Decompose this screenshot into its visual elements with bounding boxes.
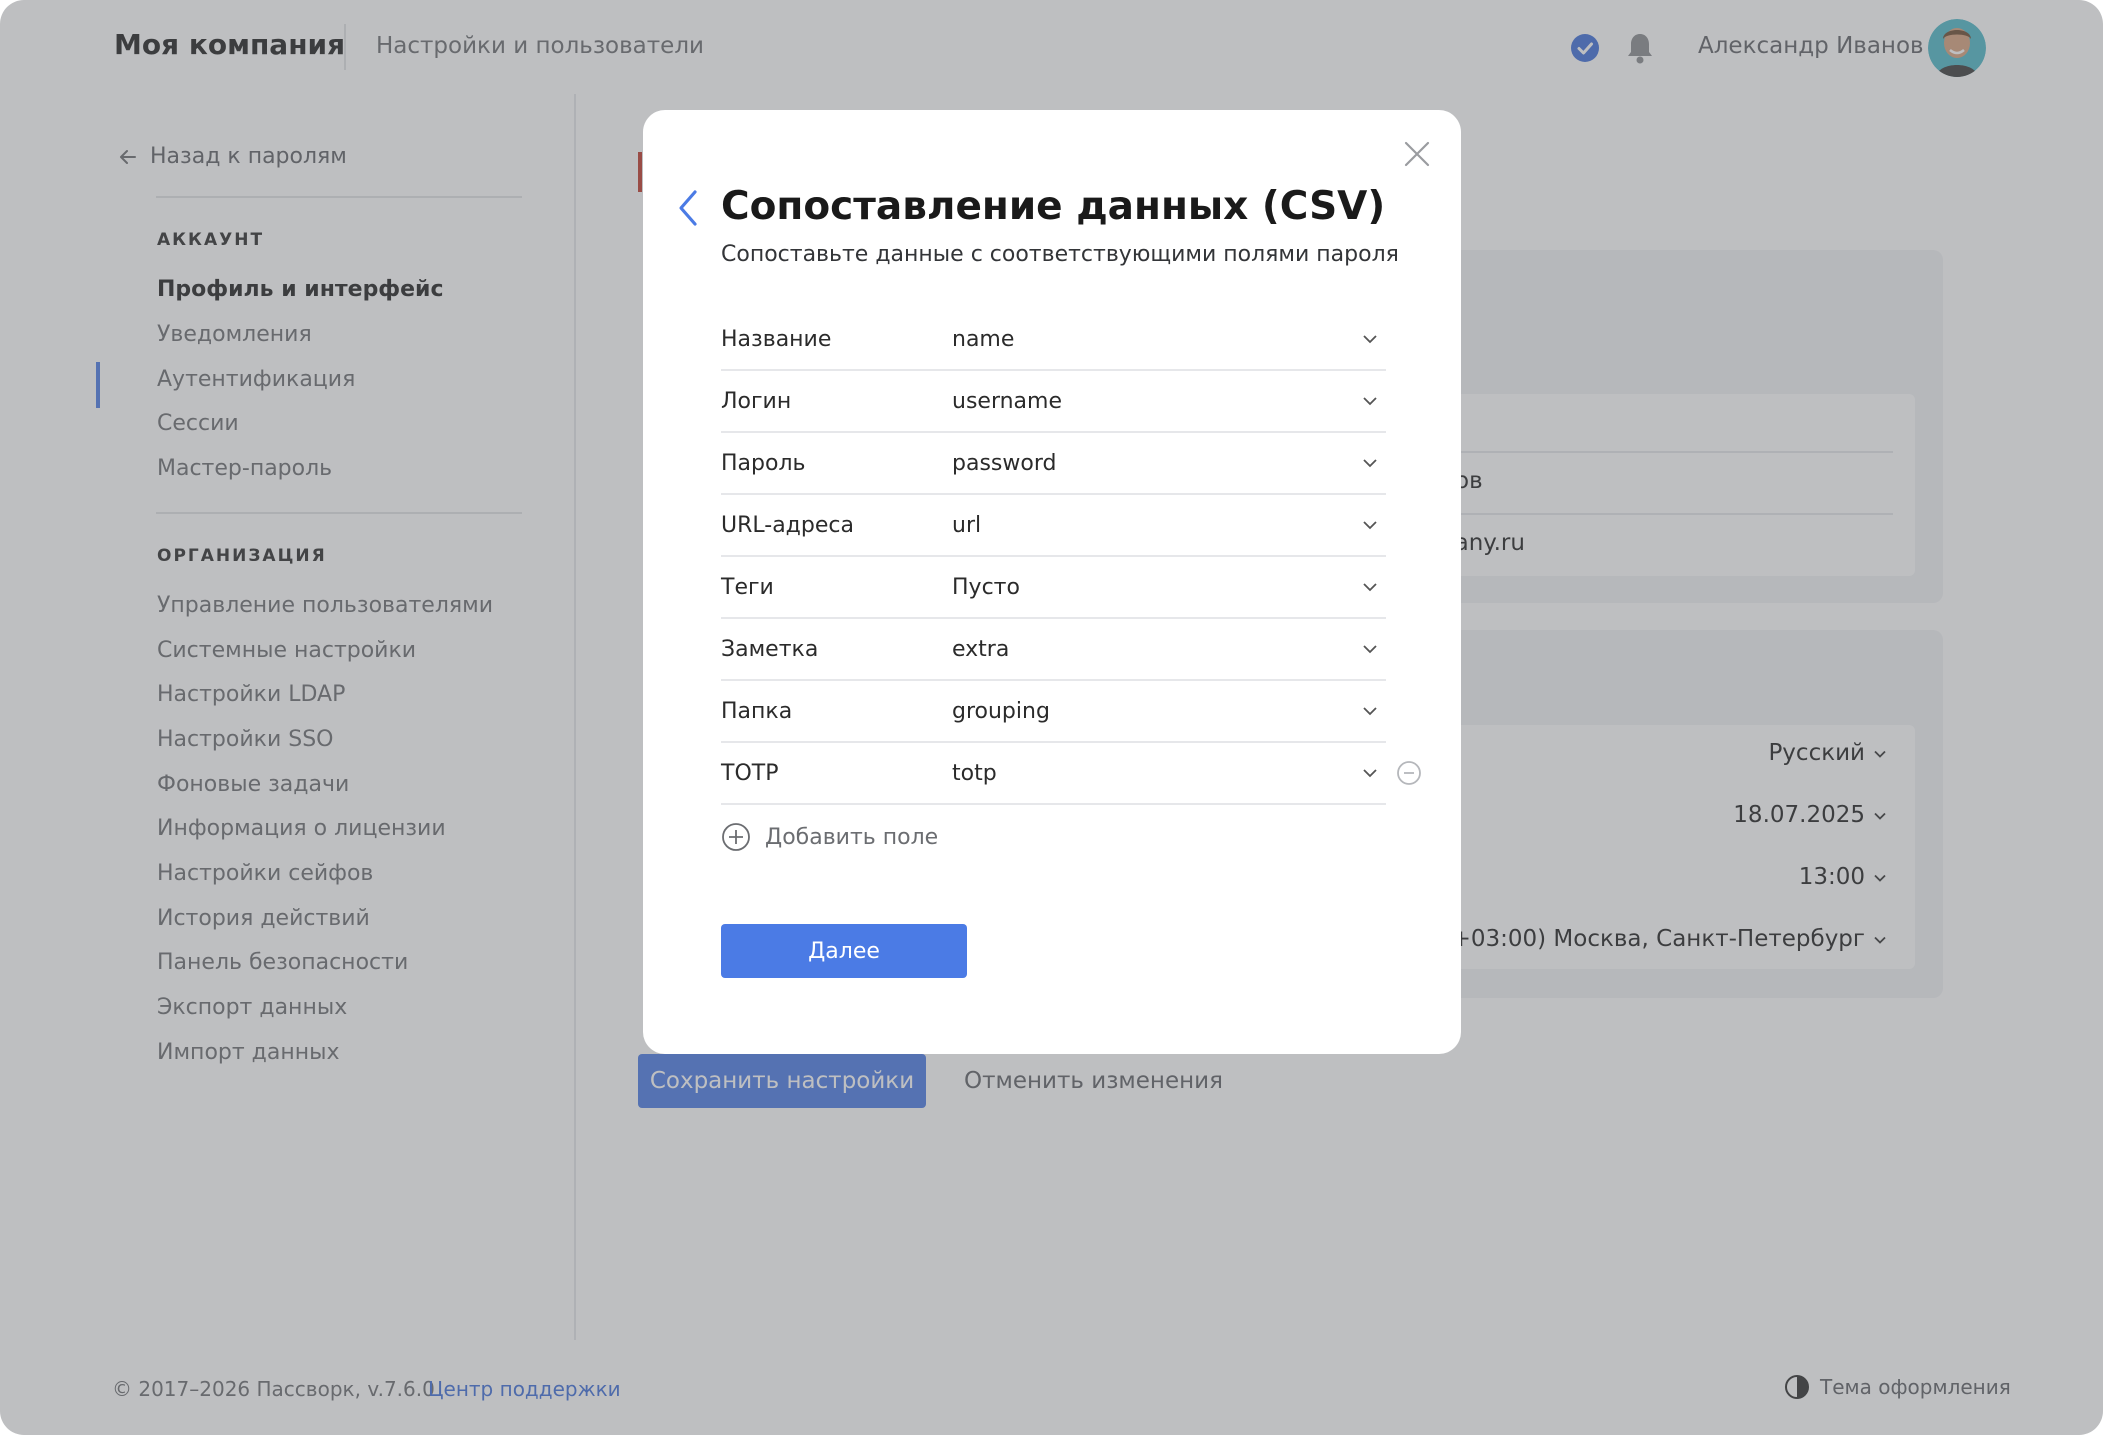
field-label: Папка: [721, 699, 793, 724]
field-label: Теги: [721, 575, 774, 600]
chevron-down-icon: [1363, 583, 1377, 592]
mapping-row-login: Логин username: [721, 371, 1386, 433]
csv-mapping-modal: Сопоставление данных (CSV) Сопоставьте д…: [643, 110, 1461, 1054]
field-label: Логин: [721, 389, 792, 414]
next-button[interactable]: Далее: [721, 924, 967, 978]
column-select[interactable]: name: [952, 309, 1386, 369]
field-label: URL-адреса: [721, 513, 854, 538]
chevron-down-icon: [1363, 769, 1377, 778]
column-select[interactable]: Пусто: [952, 557, 1386, 617]
add-field-button[interactable]: Добавить поле: [721, 822, 938, 852]
modal-subtitle: Сопоставьте данные с соответствующими по…: [721, 242, 1399, 267]
selected-column: name: [952, 327, 1015, 352]
mapping-row-urls: URL-адреса url: [721, 495, 1386, 557]
column-select[interactable]: grouping: [952, 681, 1386, 741]
column-select[interactable]: extra: [952, 619, 1386, 679]
chevron-down-icon: [1363, 335, 1377, 344]
selected-column: Пусто: [952, 575, 1020, 600]
remove-field-icon[interactable]: [1396, 760, 1422, 786]
field-label: Название: [721, 327, 832, 352]
selected-column: password: [952, 451, 1057, 476]
mapping-row-tags: Теги Пусто: [721, 557, 1386, 619]
field-label: Заметка: [721, 637, 819, 662]
column-select[interactable]: password: [952, 433, 1386, 493]
column-select[interactable]: totp: [952, 743, 1386, 803]
column-select[interactable]: username: [952, 371, 1386, 431]
chevron-down-icon: [1363, 397, 1377, 406]
selected-column: username: [952, 389, 1062, 414]
field-label: TOTP: [721, 761, 779, 786]
selected-column: totp: [952, 761, 997, 786]
modal-title: Сопоставление данных (CSV): [721, 184, 1386, 229]
chevron-left-icon[interactable]: [677, 188, 699, 228]
mapping-row-name: Название name: [721, 309, 1386, 371]
add-field-label: Добавить поле: [765, 824, 939, 850]
mapping-row-password: Пароль password: [721, 433, 1386, 495]
chevron-down-icon: [1363, 521, 1377, 530]
selected-column: extra: [952, 637, 1010, 662]
mapping-row-note: Заметка extra: [721, 619, 1386, 681]
app-window: Моя компания Настройки и пользователи Ал…: [0, 0, 2103, 1435]
close-icon[interactable]: [1401, 138, 1433, 170]
mapping-row-folder: Папка grouping: [721, 681, 1386, 743]
selected-column: url: [952, 513, 982, 538]
chevron-down-icon: [1363, 459, 1377, 468]
chevron-down-icon: [1363, 707, 1377, 716]
mapping-row-totp: TOTP totp: [721, 743, 1386, 805]
field-label: Пароль: [721, 451, 806, 476]
column-select[interactable]: url: [952, 495, 1386, 555]
chevron-down-icon: [1363, 645, 1377, 654]
selected-column: grouping: [952, 699, 1050, 724]
plus-circle-icon: [722, 823, 750, 851]
